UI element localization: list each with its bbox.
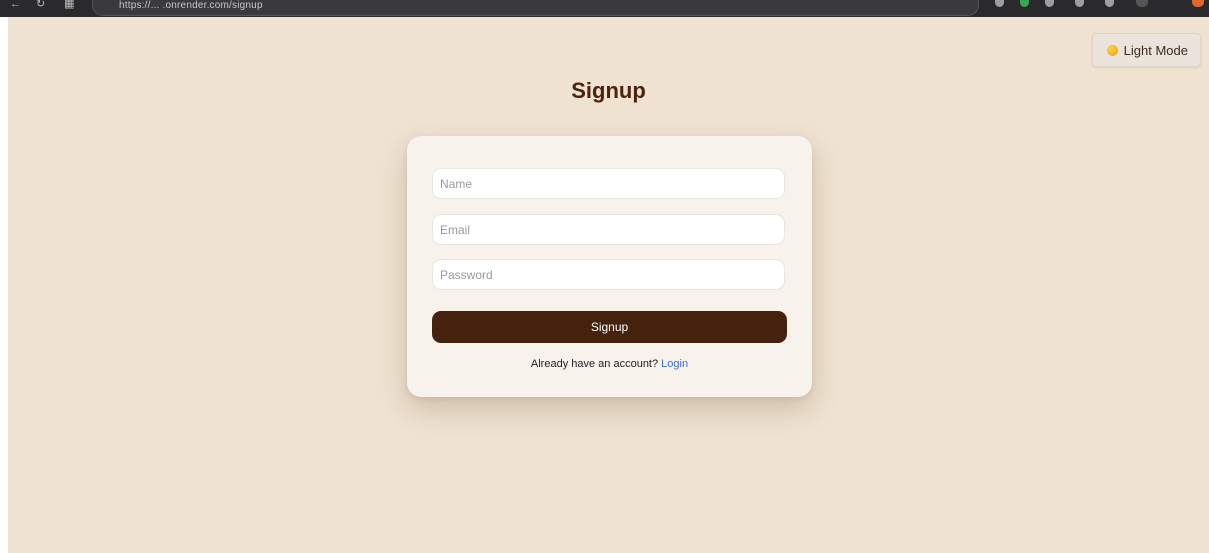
browser-menu-icon[interactable] — [1192, 0, 1204, 7]
extension-icon[interactable] — [1105, 0, 1114, 7]
extension-icon[interactable] — [995, 0, 1004, 7]
theme-toggle-button[interactable]: Light Mode — [1091, 33, 1201, 67]
login-prompt-text: Already have an account? — [530, 358, 659, 370]
login-link[interactable]: Login — [661, 358, 688, 370]
theme-toggle-label: Light Mode — [1123, 42, 1188, 58]
profile-icon[interactable] — [1136, 0, 1148, 7]
extension-icon[interactable] — [1020, 0, 1029, 7]
name-input[interactable] — [432, 168, 785, 199]
page-title: Signup — [571, 78, 646, 103]
email-input[interactable] — [432, 214, 785, 245]
signup-card: Signup Already have an account? Login — [407, 136, 812, 397]
extension-icon[interactable] — [1045, 0, 1054, 7]
browser-toolbar: ← ↻ ▦ https://... .onrender.com/signup — [0, 0, 1209, 17]
signup-button[interactable]: Signup — [432, 311, 787, 343]
extension-icon[interactable] — [1075, 0, 1084, 7]
back-icon[interactable]: ← — [10, 0, 21, 10]
apps-icon[interactable]: ▦ — [64, 0, 74, 10]
signup-page: Light Mode Signup Signup Already have an… — [8, 17, 1209, 553]
address-bar[interactable]: https://... .onrender.com/signup — [92, 0, 979, 16]
password-input[interactable] — [432, 259, 785, 290]
login-prompt: Already have an account? Login — [407, 358, 812, 370]
sun-icon — [1106, 44, 1118, 56]
address-bar-url: https://... .onrender.com/signup — [119, 0, 263, 11]
reload-icon[interactable]: ↻ — [36, 0, 45, 10]
